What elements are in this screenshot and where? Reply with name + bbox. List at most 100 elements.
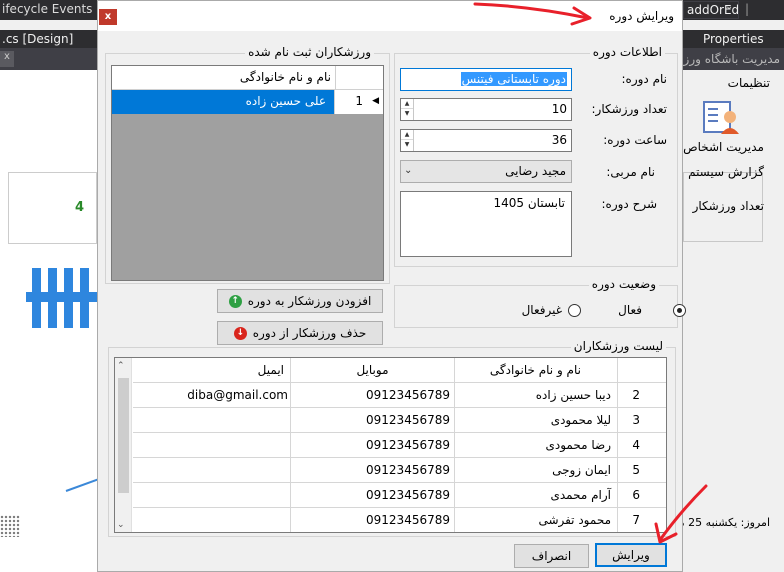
course-hours-value: 36 <box>551 133 567 147</box>
ide-mini-close-icon: x <box>0 51 14 67</box>
registered-athletes-grid[interactable]: نام و نام خانوادگی علی حسین زاده 1 ◀ <box>111 65 384 281</box>
registered-athletes-legend: ورزشکاران ثبت نام شده <box>245 45 374 59</box>
email-cell[interactable] <box>133 433 291 458</box>
registered-name-cell[interactable]: علی حسین زاده <box>112 90 334 114</box>
ide-count-label: تعداد ورزشکار <box>692 199 764 213</box>
table-row[interactable]: diba@gmail.com 09123456789 دیبا حسین زاد… <box>133 383 666 408</box>
course-name-value: دوره تابستانی فیتنس <box>460 72 567 86</box>
stepper-down-icon[interactable]: ▼ <box>401 140 413 150</box>
table-row[interactable]: 09123456789 رضا محمودی 4 <box>133 433 666 458</box>
course-hours-stepper[interactable]: ▲ ▼ 36 <box>400 129 572 152</box>
email-cell[interactable] <box>133 483 291 508</box>
remove-athlete-button[interactable]: حذف ورزشکار از دوره ↓ <box>217 321 383 345</box>
stepper-arrows[interactable]: ▲ ▼ <box>401 130 414 151</box>
name-cell[interactable]: آرام محمدی <box>455 483 618 508</box>
email-cell[interactable] <box>133 508 291 532</box>
athlete-list-grid[interactable]: ⌃ ⌄ ایمیل موبایل نام و نام خانوادگی diba… <box>114 357 667 533</box>
name-cell[interactable]: رضا محمودی <box>455 433 618 458</box>
row-index: 5 <box>618 458 666 483</box>
athlete-count-label: تعداد ورزشکار: <box>591 102 667 116</box>
course-name-label: نام دوره: <box>621 72 667 86</box>
chevron-down-icon[interactable]: ⌄ <box>404 165 412 176</box>
current-row-icon: ◀ <box>372 96 379 106</box>
name-cell[interactable]: دیبا حسین زاده <box>455 383 618 408</box>
mobile-cell[interactable]: 09123456789 <box>291 433 455 458</box>
ide-app-caption: مدیریت باشگاه ورز <box>683 48 784 70</box>
ide-design-tab[interactable]: .cs [Design] <box>0 30 97 48</box>
name-cell[interactable]: ایمان زوجی <box>455 458 618 483</box>
stepper-up-icon[interactable]: ▲ <box>401 99 413 109</box>
arrow-up-icon: ↑ <box>228 295 242 308</box>
table-row[interactable]: 09123456789 لیلا محمودی 3 <box>133 408 666 433</box>
mobile-cell[interactable]: 09123456789 <box>291 508 455 532</box>
add-athlete-button[interactable]: افزودن ورزشکار به دوره ↑ <box>217 289 383 313</box>
ide-stat-number: 4 <box>75 200 85 215</box>
cancel-button[interactable]: انصراف <box>514 544 589 568</box>
annotation-arrow-icon <box>654 484 708 544</box>
athlete-grid-header: ایمیل موبایل نام و نام خانوادگی <box>133 358 666 383</box>
coach-select[interactable]: ⌄ مجید رضایی <box>400 160 572 183</box>
email-cell[interactable] <box>133 408 291 433</box>
remove-athlete-label: حذف ورزشکار از دوره <box>252 326 367 340</box>
name-cell[interactable]: لیلا محمودی <box>455 408 618 433</box>
status-active-label[interactable]: فعال <box>618 303 642 317</box>
mobile-cell[interactable]: 09123456789 <box>291 483 455 508</box>
scroll-down-icon[interactable]: ⌄ <box>117 520 125 530</box>
scroll-thumb[interactable] <box>118 378 129 493</box>
close-button[interactable]: x <box>99 9 117 25</box>
annotation-arrow-icon <box>473 2 592 26</box>
row-header-corner <box>618 358 666 383</box>
mobile-cell[interactable]: 09123456789 <box>291 458 455 483</box>
mobile-cell[interactable]: 09123456789 <box>291 383 455 408</box>
column-header-email[interactable]: ایمیل <box>133 358 291 383</box>
row-index-number: 1 <box>355 94 363 108</box>
column-header-name[interactable]: نام و نام خانوادگی <box>455 358 618 383</box>
ide-events-tab[interactable]: ifecycle Events <box>0 0 97 20</box>
table-row[interactable]: 09123456789 آرام محمدی 6 <box>133 483 666 508</box>
table-row[interactable]: 09123456789 ایمان زوجی 5 <box>133 458 666 483</box>
ide-properties-tab[interactable]: Properties <box>683 30 784 48</box>
status-inactive-radio[interactable] <box>568 304 581 317</box>
column-header-mobile[interactable]: موبایل <box>291 358 455 383</box>
person-manage-icon[interactable] <box>703 100 741 136</box>
stepper-up-icon[interactable]: ▲ <box>401 130 413 140</box>
table-row[interactable]: علی حسین زاده 1 ◀ <box>112 90 383 114</box>
mobile-cell[interactable]: 09123456789 <box>291 408 455 433</box>
name-cell[interactable]: محمود تفرشی <box>455 508 618 532</box>
stepper-down-icon[interactable]: ▼ <box>401 109 413 119</box>
grid-header: نام و نام خانوادگی <box>112 66 383 90</box>
arrow-down-icon: ↓ <box>233 327 247 340</box>
table-row[interactable]: 09123456789 محمود تفرشی 7 <box>133 508 666 532</box>
vertical-scrollbar[interactable]: ⌃ ⌄ <box>115 358 132 532</box>
email-cell[interactable]: diba@gmail.com <box>133 383 291 408</box>
course-info-legend: اطلاعات دوره <box>589 45 665 59</box>
edit-course-dialog: x ویرایش دوره ورزشکاران ثبت نام شده نام … <box>97 0 686 572</box>
ide-left-panel: ifecycle Events .cs [Design] x 4 <box>0 0 100 572</box>
athlete-count-stepper[interactable]: ▲ ▼ 10 <box>400 98 572 121</box>
column-header-name[interactable]: نام و نام خانوادگی <box>240 66 335 89</box>
row-index: 3 <box>618 408 666 433</box>
course-name-input[interactable]: دوره تابستانی فیتنس <box>400 68 572 91</box>
athlete-count-value: 10 <box>551 102 567 116</box>
stepper-arrows[interactable]: ▲ ▼ <box>401 99 414 120</box>
athlete-list-legend: لیست ورزشکاران <box>570 339 666 353</box>
add-athlete-label: افزودن ورزشکار به دوره <box>247 294 372 308</box>
scroll-up-icon[interactable]: ⌃ <box>117 361 125 371</box>
chevron-down-icon[interactable]: ⌄ <box>725 1 733 12</box>
row-index: 1 ◀ <box>334 90 383 114</box>
course-desc-textarea[interactable]: تابستان 1405 <box>400 191 572 257</box>
row-header-corner <box>335 66 383 89</box>
coach-value: مجید رضایی <box>505 164 566 178</box>
status-active-radio[interactable] <box>673 304 686 317</box>
ide-settings-menu[interactable]: تنظیمات <box>683 76 784 90</box>
course-status-legend: وضعیت دوره <box>588 277 659 291</box>
dialog-title: ویرایش دوره <box>609 9 674 23</box>
ide-stat-box: 4 <box>8 172 97 244</box>
toolbar-separator: | <box>745 2 750 16</box>
row-index: 4 <box>618 433 666 458</box>
status-inactive-label[interactable]: غیرفعال <box>522 303 562 317</box>
email-cell[interactable] <box>133 458 291 483</box>
ide-dots-icon <box>0 515 20 537</box>
course-hours-label: ساعت دوره: <box>603 133 667 147</box>
coach-name-label: نام مربی: <box>606 165 655 179</box>
